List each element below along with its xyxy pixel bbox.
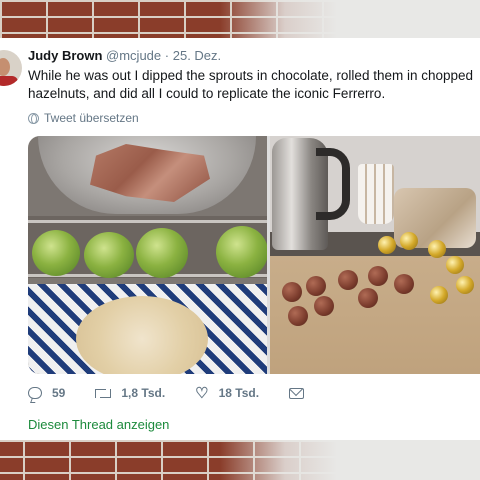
photo-chopped-hazelnuts: [76, 296, 208, 374]
whitewash-overlay: [220, 440, 480, 480]
reply-icon: [28, 387, 42, 399]
photo-sprouts-preparation[interactable]: [28, 136, 267, 374]
photo-ferrero: [400, 232, 418, 250]
photo-chocolate-sprout: [288, 306, 308, 326]
reply-count: 59: [52, 386, 66, 400]
reply-button[interactable]: 59: [28, 386, 65, 400]
photo-fake-ferrero[interactable]: [270, 136, 480, 374]
photo-sprout: [84, 232, 134, 278]
date-separator: ·: [164, 48, 170, 63]
brick-wall-bottom: [0, 440, 480, 480]
photo-chocolate-sprout: [314, 296, 334, 316]
retweet-icon: [95, 387, 112, 399]
photo-chocolate-sprout: [394, 274, 414, 294]
photo-mug: [358, 164, 394, 224]
photo-chocolate-sprout: [282, 282, 302, 302]
tweet-media: [28, 136, 480, 374]
photo-sprout: [136, 228, 188, 278]
like-button[interactable]: ♡ 18 Tsd.: [195, 386, 259, 401]
show-thread-link[interactable]: Diesen Thread anzeigen: [28, 417, 169, 432]
avatar-shirt: [0, 76, 18, 86]
translate-tweet-link[interactable]: Tweet übersetzen: [28, 111, 139, 125]
photo-chocolate-sprout: [368, 266, 388, 286]
tweet-text: While he was out I dipped the sprouts in…: [28, 68, 474, 101]
avatar[interactable]: [0, 50, 22, 86]
tweet-actions: 59 1,8 Tsd. ♡ 18 Tsd.: [28, 384, 334, 402]
message-button[interactable]: [289, 387, 305, 399]
photo-chocolate-sprout: [358, 288, 378, 308]
rack-bar: [28, 220, 267, 223]
globe-icon: [28, 112, 39, 124]
photo-chocolate-sprout: [306, 276, 326, 296]
tweet-header: Judy Brown @mcjude · 25. Dez.: [28, 48, 221, 63]
photo-ferrero: [446, 256, 464, 274]
author-handle[interactable]: @mcjude: [106, 48, 161, 63]
like-count: 18 Tsd.: [218, 386, 260, 400]
translate-label: Tweet übersetzen: [44, 111, 139, 125]
photo-kettle-handle: [316, 148, 350, 220]
photo-sprout: [32, 230, 80, 276]
retweet-count: 1,8 Tsd.: [121, 386, 166, 400]
message-icon: [289, 387, 305, 399]
tweet-card: Judy Brown @mcjude · 25. Dez. While he w…: [0, 38, 480, 440]
tweet-date[interactable]: 25. Dez.: [173, 48, 221, 63]
retweet-button[interactable]: 1,8 Tsd.: [95, 386, 165, 400]
photo-chocolate-sprout: [338, 270, 358, 290]
like-icon: ♡: [195, 384, 209, 402]
photo-ferrero: [378, 236, 396, 254]
brick-wall-top: [0, 0, 480, 38]
whitewash-overlay: [220, 0, 480, 38]
avatar-face: [0, 58, 10, 76]
photo-ferrero: [430, 286, 448, 304]
photo-ferrero: [428, 240, 446, 258]
photo-sprout: [216, 226, 267, 278]
author-name[interactable]: Judy Brown: [28, 48, 102, 63]
photo-ferrero: [456, 276, 474, 294]
